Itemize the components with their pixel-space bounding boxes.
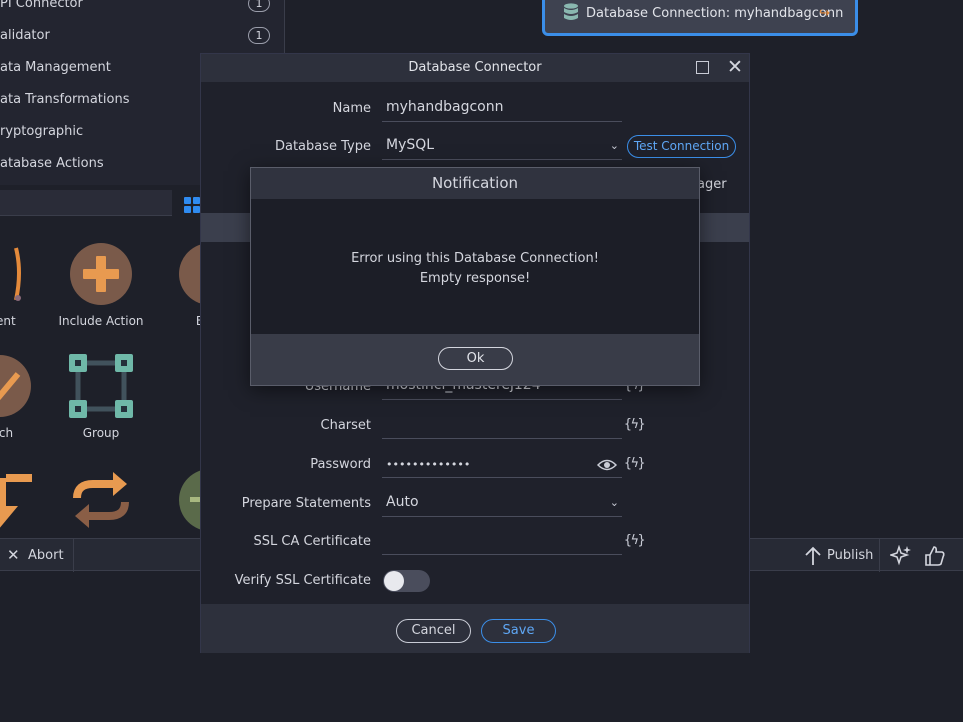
partial-label: ager bbox=[697, 177, 727, 192]
verify-ssl-toggle[interactable] bbox=[383, 570, 430, 592]
dialog-footer: Cancel Save bbox=[201, 604, 749, 653]
chevron-down-icon: ⌄ bbox=[609, 139, 619, 152]
category-label: ata Transformations bbox=[0, 92, 130, 107]
database-connection-label: Database Connection: myhandbagconn bbox=[586, 6, 844, 21]
category-api-connector[interactable]: PI Connector 1 bbox=[0, 0, 285, 28]
tool-partial-catch[interactable]: atch bbox=[0, 354, 50, 464]
abort-button[interactable]: ✕ Abort bbox=[0, 539, 74, 572]
database-type-label: Database Type bbox=[274, 139, 371, 154]
dynamic-data-icon[interactable]: {ϟ} bbox=[624, 456, 645, 476]
exit-icon[interactable]: ↪ bbox=[819, 6, 830, 21]
partial-icon bbox=[14, 247, 21, 301]
tool-group[interactable]: Group bbox=[51, 354, 151, 464]
category-label: ryptographic bbox=[0, 124, 84, 139]
charset-label: Charset bbox=[320, 418, 372, 433]
sparkle-icon[interactable] bbox=[890, 545, 912, 567]
password-value: ••••••••••••• bbox=[386, 458, 471, 471]
notification-dialog: Notification Error using this Database C… bbox=[250, 167, 700, 386]
publish-label: Publish bbox=[827, 548, 874, 563]
count-badge: 1 bbox=[248, 27, 270, 44]
charset-input[interactable] bbox=[382, 413, 622, 439]
tool-include-action[interactable]: Include Action bbox=[51, 242, 151, 352]
tool-partial-1[interactable]: ment bbox=[0, 242, 50, 352]
thumbs-up-icon[interactable] bbox=[924, 545, 946, 567]
abort-label: Abort bbox=[28, 548, 64, 563]
dynamic-data-icon[interactable]: {ϟ} bbox=[624, 417, 645, 437]
cancel-button[interactable]: Cancel bbox=[396, 619, 471, 643]
database-type-select[interactable]: MySQL ⌄ bbox=[382, 134, 622, 160]
eye-icon[interactable] bbox=[597, 458, 617, 472]
name-value: myhandbagconn bbox=[386, 99, 504, 115]
database-connection-node[interactable]: Database Connection: myhandbagconn ↪ bbox=[542, 0, 858, 36]
dialog-titlebar: Database Connector bbox=[201, 54, 749, 82]
category-label: ata Management bbox=[0, 60, 111, 75]
prepare-statements-label: Prepare Statements bbox=[241, 496, 371, 511]
notification-line-1: Error using this Database Connection! bbox=[351, 251, 599, 266]
chevron-down-icon: ⌄ bbox=[609, 496, 619, 509]
toolbox-search-input[interactable] bbox=[0, 190, 172, 216]
ok-button[interactable]: Ok bbox=[438, 347, 513, 370]
database-icon bbox=[564, 3, 578, 20]
repeat-icon[interactable] bbox=[69, 468, 133, 532]
notification-line-2: Empty response! bbox=[419, 271, 531, 286]
notification-message: Error using this Database Connection! Em… bbox=[251, 249, 699, 289]
test-connection-button[interactable]: Test Connection bbox=[627, 135, 736, 158]
category-label: atabase Actions bbox=[0, 156, 104, 171]
maximize-icon[interactable] bbox=[696, 61, 709, 74]
name-input[interactable]: myhandbagconn bbox=[382, 96, 622, 122]
prepare-statements-value: Auto bbox=[386, 494, 419, 510]
ssl-ca-certificate-input[interactable] bbox=[382, 529, 622, 555]
publish-button[interactable]: Publish bbox=[800, 539, 880, 572]
dialog-title: Database Connector bbox=[408, 60, 542, 75]
ssl-ca-certificate-label: SSL CA Certificate bbox=[253, 534, 371, 549]
category-label: alidator bbox=[0, 28, 50, 43]
close-icon[interactable]: ✕ bbox=[727, 56, 743, 78]
category-label: PI Connector bbox=[0, 0, 83, 11]
toolbox-panel: ment Include Action Exec atch bbox=[0, 186, 241, 538]
save-button[interactable]: Save bbox=[481, 619, 556, 643]
more-icon[interactable] bbox=[956, 545, 963, 567]
password-input[interactable]: ••••••••••••• bbox=[382, 452, 622, 478]
count-badge: 1 bbox=[248, 0, 270, 12]
partial-icon bbox=[0, 355, 31, 417]
verify-ssl-certificate-label: Verify SSL Certificate bbox=[234, 573, 371, 588]
notification-footer: Ok bbox=[251, 334, 699, 385]
notification-title: Notification bbox=[251, 168, 699, 199]
partial-icon[interactable] bbox=[178, 468, 200, 532]
dynamic-data-icon[interactable]: {ϟ} bbox=[624, 533, 645, 553]
grid-view-icon[interactable] bbox=[184, 197, 200, 213]
prepare-statements-select[interactable]: Auto ⌄ bbox=[382, 491, 622, 517]
group-icon bbox=[69, 354, 133, 418]
arrow-down-icon[interactable] bbox=[0, 468, 32, 532]
close-icon: ✕ bbox=[7, 546, 20, 564]
plus-circle-icon bbox=[70, 243, 132, 305]
name-label: Name bbox=[332, 101, 371, 116]
database-type-value: MySQL bbox=[386, 137, 435, 153]
arrow-up-icon bbox=[805, 546, 821, 565]
toggle-knob bbox=[384, 571, 404, 591]
password-label: Password bbox=[310, 457, 371, 472]
